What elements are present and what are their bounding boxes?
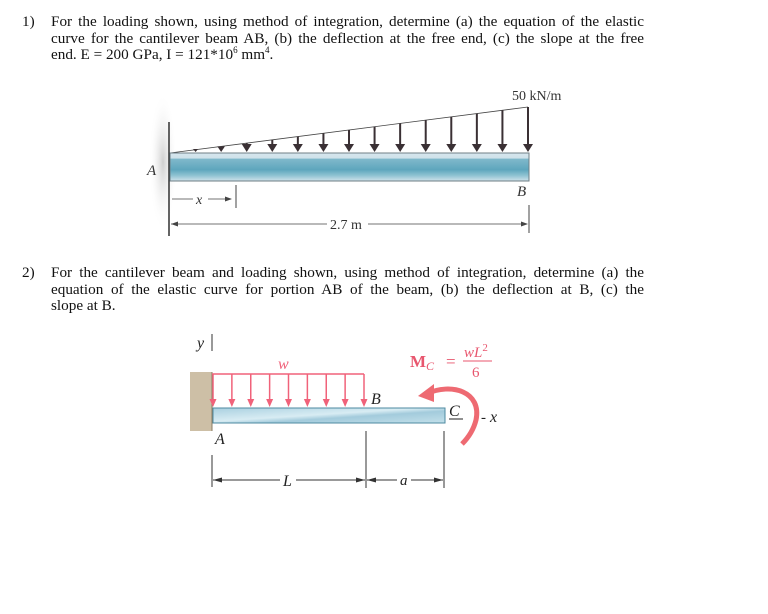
load-arrowhead [344, 144, 354, 152]
load-arrowhead [217, 146, 225, 152]
load-arrowhead [523, 144, 533, 152]
load-arrowhead [446, 144, 457, 152]
beam-ab [169, 152, 530, 182]
moment-numerator: wL2 [464, 342, 488, 361]
label-b-fig2: B [371, 391, 381, 408]
beam-ac [212, 407, 446, 424]
x-dim-arrowhead [225, 196, 232, 202]
load-arrowhead [193, 149, 199, 152]
moment-equals: = [446, 352, 456, 371]
problem-2-line-3: slope at B. [51, 297, 116, 314]
uniform-load-arrowhead [303, 399, 311, 407]
problem-2-number: 2) [22, 264, 35, 281]
label-a-dim: a [400, 473, 408, 489]
fixed-wall [190, 372, 212, 431]
a-arrowhead-right [434, 477, 443, 483]
distributed-load-arrows [193, 107, 533, 152]
label-l: L [282, 473, 292, 490]
length-arrowhead-left [171, 221, 178, 227]
label-x-fig2: x [489, 409, 497, 426]
uniform-load-arrowhead [285, 399, 292, 407]
uniform-load-arrowhead [322, 399, 330, 407]
uniform-load-arrows [209, 374, 368, 407]
uniform-load-arrowhead [228, 399, 236, 407]
load-arrowhead [267, 144, 278, 152]
label-b: B [517, 184, 526, 200]
problem-2-text: For the cantilever beam and loading show… [51, 264, 644, 315]
uniform-load-arrowhead [266, 399, 274, 407]
label-x: x [195, 193, 203, 208]
moment-formula: MC = wL2 6 [410, 342, 492, 381]
problem-2-line-2: equation of the elastic curve for portio… [51, 280, 644, 298]
label-minus-x: - [481, 410, 486, 426]
l-arrowhead-right [356, 477, 365, 483]
l-arrowhead-left [213, 477, 222, 483]
label-w: w [278, 356, 289, 373]
moment-arrowhead [418, 384, 434, 402]
moment-symbol: MC [410, 352, 435, 373]
label-y: y [195, 335, 205, 352]
load-arrowhead [318, 144, 329, 152]
load-arrowhead [497, 144, 508, 152]
load-label: 50 kN/m [512, 89, 562, 104]
uniform-load-arrowhead [341, 399, 349, 407]
a-arrowhead-left [367, 477, 376, 483]
label-c: C [449, 403, 460, 420]
load-arrowhead [369, 144, 380, 152]
load-arrowhead [420, 144, 431, 152]
load-arrowhead [471, 144, 482, 152]
moment-denominator: 6 [472, 365, 480, 381]
load-arrowhead [292, 144, 303, 152]
length-label: 2.7 m [330, 218, 362, 233]
problem-2: 2) For the cantilever beam and loading s… [22, 264, 652, 325]
label-a-fig2: A [214, 431, 225, 448]
load-arrowhead [395, 144, 406, 152]
problem-2-line-1: For the cantilever beam and loading show… [51, 264, 644, 281]
length-arrowhead-right [521, 221, 528, 227]
uniform-load-arrowhead [247, 399, 255, 407]
load-arrowhead [241, 144, 252, 152]
uniform-load-arrowhead [360, 399, 368, 407]
label-a: A [146, 163, 157, 179]
